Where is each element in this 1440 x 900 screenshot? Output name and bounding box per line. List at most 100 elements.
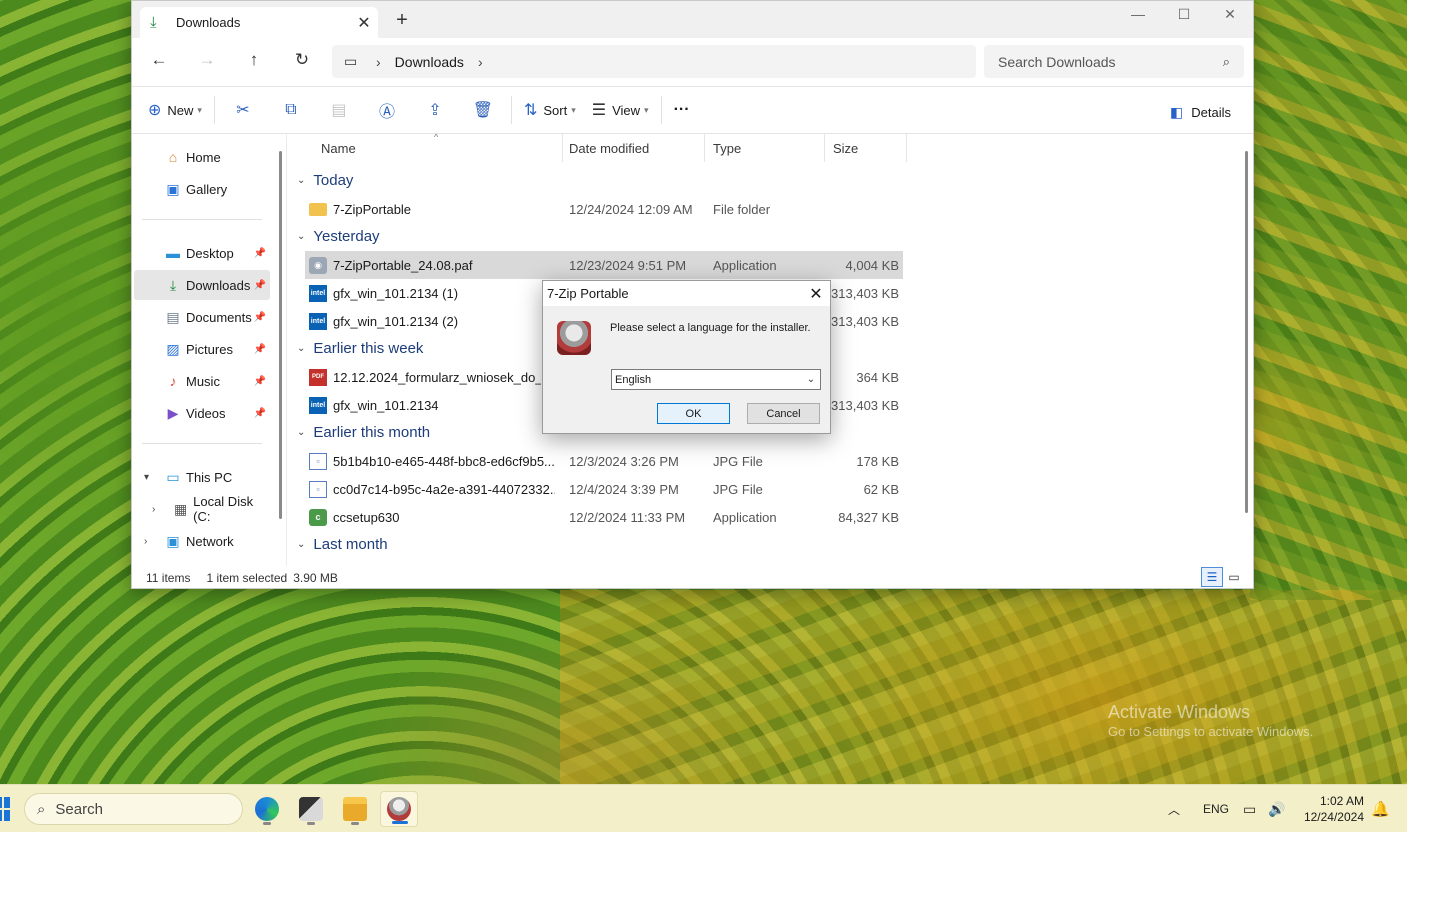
- ok-button[interactable]: OK: [657, 403, 730, 424]
- network-tray-icon[interactable]: ▭: [1243, 785, 1256, 833]
- cancel-button[interactable]: Cancel: [747, 403, 820, 424]
- sort-button[interactable]: ⇅ Sort ▾: [516, 94, 584, 126]
- breadcrumb-chevron-icon[interactable]: ›: [376, 54, 381, 70]
- forward-arrow-icon[interactable]: →: [193, 50, 221, 74]
- sidebar-item-music[interactable]: ♪ Music 📌: [134, 366, 270, 396]
- maximize-button[interactable]: ☐: [1161, 1, 1207, 27]
- more-options-button[interactable]: ···: [666, 94, 698, 126]
- paste-icon[interactable]: ▤: [315, 94, 363, 126]
- file-date: 12/23/2024 9:51 PM: [569, 257, 687, 273]
- tiles-view-icon[interactable]: ▭: [1223, 567, 1245, 587]
- sidebar-divider: [142, 443, 262, 444]
- tab-downloads[interactable]: ⤓ Downloads ✕: [140, 7, 378, 38]
- taskbar-search[interactable]: ⌕ Search: [24, 793, 243, 825]
- chevron-right-icon[interactable]: ›: [152, 504, 155, 515]
- close-window-button[interactable]: ✕: [1207, 1, 1253, 27]
- close-icon[interactable]: ✕: [802, 284, 830, 304]
- chevron-down-icon[interactable]: ▾: [144, 472, 149, 483]
- column-header-name[interactable]: Name: [313, 134, 563, 162]
- search-input[interactable]: Search Downloads: [998, 54, 1223, 70]
- sidebar-item-gallery[interactable]: ▣ Gallery: [134, 174, 270, 204]
- system-clock[interactable]: 1:02 AM 12/24/2024: [1298, 793, 1364, 825]
- copy-icon[interactable]: ⧉: [267, 94, 315, 126]
- minimize-button[interactable]: —: [1115, 1, 1161, 27]
- pin-icon[interactable]: 📌: [254, 376, 266, 387]
- column-header-type[interactable]: Type: [705, 134, 825, 162]
- breadcrumb-chevron-icon[interactable]: ›: [478, 54, 483, 70]
- chevron-down-icon: ⌄: [806, 374, 816, 385]
- chevron-right-icon[interactable]: ›: [144, 536, 147, 547]
- sidebar-item-pictures[interactable]: ▨ Pictures 📌: [134, 334, 270, 364]
- group-header-yesterday[interactable]: ⌄ Yesterday: [297, 222, 380, 250]
- group-header-last-month[interactable]: ⌄ Last month: [297, 530, 388, 558]
- group-header-this-month[interactable]: ⌄ Earlier this month: [297, 418, 430, 446]
- pane-splitter[interactable]: [286, 134, 287, 566]
- file-row[interactable]: ▫ cc0d7c14-b95c-4a2e-a391-44072332... 12/…: [305, 475, 903, 503]
- sidebar-item-desktop[interactable]: ▬ Desktop 📌: [134, 238, 270, 268]
- back-arrow-icon[interactable]: ←: [145, 50, 173, 74]
- volume-icon[interactable]: 🔊: [1268, 785, 1285, 833]
- view-button[interactable]: ☰ View ▾: [584, 94, 657, 126]
- file-name-cell: intel gfx_win_101.2134 (1): [305, 284, 555, 302]
- sidebar-item-this-pc[interactable]: ▾ ▭ This PC: [134, 462, 270, 492]
- search-icon: ⌕: [37, 800, 46, 818]
- column-header-date[interactable]: Date modified: [561, 134, 705, 162]
- file-row[interactable]: ▫ 5b1b4b10-e465-448f-bbc8-ed6cf9b5... 12/…: [305, 447, 903, 475]
- file-row[interactable]: c ccsetup630 12/2/2024 11:33 PM Applicati…: [305, 503, 903, 531]
- pin-icon[interactable]: 📌: [254, 248, 266, 259]
- installer-icon: [557, 321, 591, 355]
- delete-icon[interactable]: 🗑: [459, 94, 507, 126]
- pin-icon[interactable]: 📌: [254, 312, 266, 323]
- file-name: ccsetup630: [333, 509, 400, 525]
- tab-title: Downloads: [176, 15, 241, 30]
- taskbar-edge[interactable]: [248, 791, 286, 827]
- sidebar-item-home[interactable]: ⌂ Home: [134, 142, 270, 172]
- sidebar-scrollbar[interactable]: [279, 151, 282, 519]
- file-list-scrollbar[interactable]: [1245, 151, 1248, 513]
- sort-icon: ⇅: [523, 102, 538, 119]
- file-row-selected[interactable]: ◉ 7-ZipPortable_24.08.paf 12/23/2024 9:51…: [305, 251, 903, 279]
- search-icon: ⌕: [1222, 53, 1230, 69]
- close-tab-icon[interactable]: ✕: [350, 13, 378, 33]
- sidebar-item-documents[interactable]: ▤ Documents 📌: [134, 302, 270, 332]
- taskbar-file-explorer[interactable]: [336, 791, 374, 827]
- group-label: Earlier this week: [313, 339, 424, 357]
- pin-icon[interactable]: 📌: [254, 280, 266, 291]
- command-bar: ⊕ New ▾ ✂ ⧉ ▤ Ⓐ ⇪ 🗑 ⇅ Sort ▾ ☰ View ▾ ··…: [132, 87, 1253, 134]
- new-button[interactable]: ⊕ New ▾: [140, 94, 210, 126]
- taskbar-app-2[interactable]: [292, 791, 330, 827]
- sidebar-item-videos[interactable]: ▶ Videos 📌: [134, 398, 270, 428]
- group-header-this-week[interactable]: ⌄ Earlier this week: [297, 334, 423, 362]
- group-header-today[interactable]: ⌄ Today: [297, 166, 353, 194]
- sidebar-item-downloads[interactable]: ⤓ Downloads 📌: [134, 270, 270, 300]
- intel-icon: intel: [309, 284, 327, 302]
- column-header-size[interactable]: Size: [825, 134, 907, 162]
- folder-icon: [309, 202, 327, 216]
- file-name: gfx_win_101.2134 (2): [333, 313, 459, 329]
- details-view-icon[interactable]: ☰: [1201, 567, 1223, 587]
- details-pane-button[interactable]: ◧ Details: [1170, 96, 1231, 128]
- search-box[interactable]: Search Downloads ⌕: [984, 45, 1244, 78]
- notification-bell-icon[interactable]: 🔔: [1371, 800, 1390, 818]
- breadcrumb-downloads[interactable]: Downloads: [395, 54, 464, 70]
- taskbar-7zip-installer[interactable]: [380, 791, 418, 827]
- language-select[interactable]: English ⌄: [611, 369, 821, 390]
- share-icon[interactable]: ⇪: [411, 94, 459, 126]
- refresh-icon[interactable]: ↻: [288, 50, 316, 74]
- cut-icon[interactable]: ✂: [219, 94, 267, 126]
- pin-icon[interactable]: 📌: [254, 344, 266, 355]
- address-bar[interactable]: ▭ › Downloads ›: [332, 45, 976, 78]
- tab-bar: ⤓ Downloads ✕ + — ☐ ✕: [132, 1, 1253, 38]
- rename-icon[interactable]: Ⓐ: [363, 94, 411, 126]
- tray-overflow[interactable]: ︿: [1168, 785, 1180, 833]
- up-arrow-icon[interactable]: ↑: [240, 50, 268, 74]
- sidebar-item-label: Downloads: [186, 277, 251, 293]
- language-indicator[interactable]: ENG: [1203, 785, 1229, 833]
- file-row[interactable]: 7-ZipPortable 12/24/2024 12:09 AM File f…: [305, 195, 903, 223]
- new-tab-button[interactable]: +: [390, 9, 414, 32]
- pin-icon[interactable]: 📌: [254, 408, 266, 419]
- file-size: 178 KB: [856, 453, 899, 469]
- sidebar-item-local-disk[interactable]: › ▦ Local Disk (C:: [134, 494, 270, 524]
- sidebar-item-network[interactable]: › ▣ Network: [134, 526, 270, 556]
- windows-start-icon[interactable]: [0, 797, 10, 821]
